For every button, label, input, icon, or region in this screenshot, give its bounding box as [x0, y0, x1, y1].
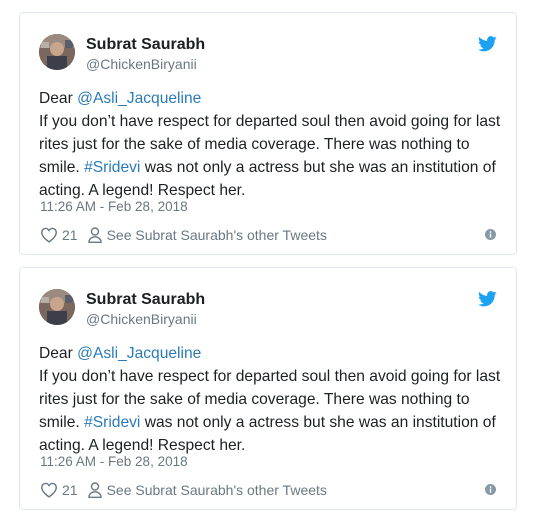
avatar[interactable]: [39, 289, 75, 325]
hashtag-link[interactable]: #Sridevi: [84, 414, 140, 431]
mention-link[interactable]: @Asli_Jacqueline: [77, 90, 201, 107]
twitter-bird-icon[interactable]: [478, 291, 497, 307]
tweet-text: Dear @Asli_Jacqueline If you don’t have r…: [39, 342, 509, 457]
mention-link[interactable]: @Asli_Jacqueline: [77, 345, 201, 362]
like-button[interactable]: 21: [40, 227, 78, 243]
person-icon: [87, 482, 102, 498]
tweet-card[interactable]: Subrat Saurabh @ChickenBiryanii Dear @As…: [19, 267, 517, 510]
twitter-bird-icon[interactable]: [478, 36, 497, 52]
tweet-actions: 21 See Subrat Saurabh's other Tweets: [40, 480, 327, 500]
see-other-tweets-link[interactable]: See Subrat Saurabh's other Tweets: [87, 482, 327, 498]
author-handle[interactable]: @ChickenBiryanii: [86, 56, 197, 72]
timestamp[interactable]: 11:26 AM - Feb 28, 2018: [40, 454, 188, 469]
like-count: 21: [62, 482, 78, 498]
see-other-tweets-label: See Subrat Saurabh's other Tweets: [106, 482, 327, 498]
info-icon[interactable]: [485, 484, 496, 495]
timestamp[interactable]: 11:26 AM - Feb 28, 2018: [40, 199, 188, 214]
tweet-text-prefix: Dear: [39, 90, 78, 107]
tweet-text: Dear @Asli_Jacqueline If you don’t have r…: [39, 87, 509, 202]
person-icon: [87, 227, 102, 243]
tweet-actions: 21 See Subrat Saurabh's other Tweets: [40, 225, 327, 245]
like-button[interactable]: 21: [40, 482, 78, 498]
avatar[interactable]: [39, 34, 75, 70]
heart-icon: [40, 227, 58, 243]
author-handle[interactable]: @ChickenBiryanii: [86, 311, 197, 327]
hashtag-link[interactable]: #Sridevi: [84, 159, 140, 176]
author-name[interactable]: Subrat Saurabh: [86, 291, 205, 309]
like-count: 21: [62, 227, 78, 243]
tweet-text-prefix: Dear: [39, 345, 78, 362]
see-other-tweets-link[interactable]: See Subrat Saurabh's other Tweets: [87, 227, 327, 243]
author-name[interactable]: Subrat Saurabh: [86, 36, 205, 54]
info-icon[interactable]: [485, 229, 496, 240]
heart-icon: [40, 482, 58, 498]
tweet-card[interactable]: Subrat Saurabh @ChickenBiryanii Dear @As…: [19, 12, 517, 255]
see-other-tweets-label: See Subrat Saurabh's other Tweets: [106, 227, 327, 243]
